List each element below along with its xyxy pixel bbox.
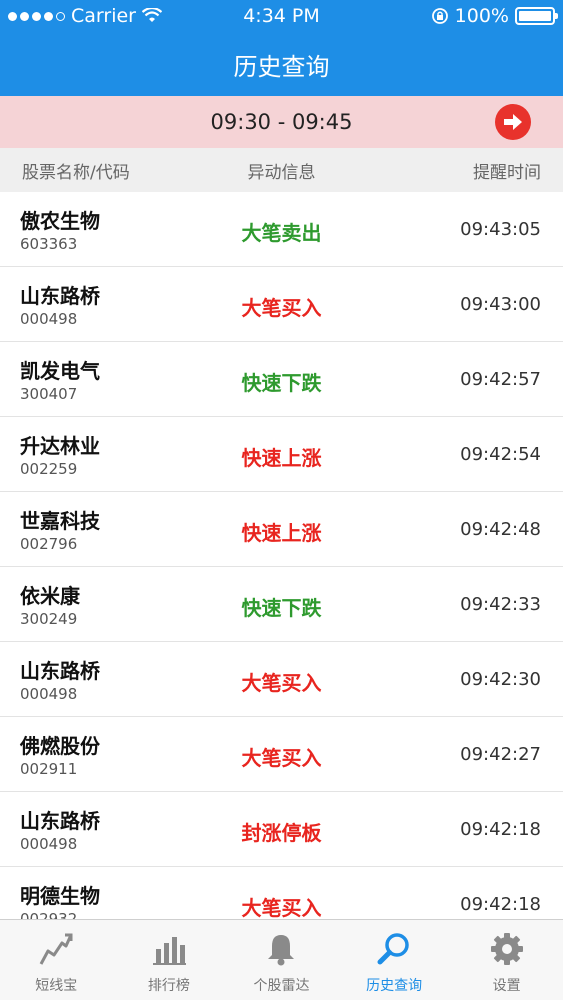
- tab-label: 历史查询: [366, 978, 423, 994]
- alert-time: 09:43:00: [460, 294, 541, 315]
- carrier-signal: Carrier: [8, 5, 198, 27]
- tab-label: 个股雷达: [253, 978, 310, 994]
- time-range-bar: 09:30 - 09:45: [0, 96, 563, 148]
- time-range-label: 09:30 - 09:45: [210, 110, 353, 134]
- alert-time: 09:43:05: [460, 219, 541, 240]
- list-item[interactable]: 明德生物 002932 大笔买入 09:42:18: [0, 867, 563, 919]
- column-header: 股票名称/代码 异动信息 提醒时间: [0, 148, 563, 192]
- signal-icon: [8, 11, 65, 21]
- tab-stock-radar[interactable]: 个股雷达: [225, 920, 338, 1000]
- list-item[interactable]: 山东路桥 000498 大笔买入 09:43:00: [0, 267, 563, 342]
- list-item[interactable]: 世嘉科技 002796 快速上涨 09:42:48: [0, 492, 563, 567]
- tab-settings[interactable]: 设置: [450, 920, 563, 1000]
- carrier-label: Carrier: [71, 5, 136, 27]
- list-item[interactable]: 山东路桥 000498 大笔买入 09:42:30: [0, 642, 563, 717]
- gear-icon: [487, 929, 527, 969]
- tab-history[interactable]: 历史查询: [338, 920, 451, 1000]
- bell-icon: [261, 929, 301, 969]
- list-item[interactable]: 依米康 300249 快速下跌 09:42:33: [0, 567, 563, 642]
- next-range-button[interactable]: [495, 104, 531, 140]
- battery-percent: 100%: [454, 5, 509, 27]
- alert-time: 09:42:57: [460, 369, 541, 390]
- wifi-icon: [141, 8, 162, 22]
- list-item[interactable]: 佛燃股份 002911 大笔买入 09:42:27: [0, 717, 563, 792]
- rotation-lock-icon: [431, 8, 448, 24]
- trend-chart-icon: [36, 929, 76, 969]
- nav-bar: 历史查询: [0, 32, 563, 96]
- tab-short-term[interactable]: 短线宝: [0, 920, 113, 1000]
- alert-time: 09:42:30: [460, 669, 541, 690]
- status-bar: Carrier 4:34 PM 100%: [0, 0, 563, 32]
- tab-label: 短线宝: [35, 978, 78, 994]
- list-item[interactable]: 凯发电气 300407 快速下跌 09:42:57: [0, 342, 563, 417]
- list-item[interactable]: 傲农生物 603363 大笔卖出 09:43:05: [0, 192, 563, 267]
- tab-ranking[interactable]: 排行榜: [113, 920, 226, 1000]
- page-title: 历史查询: [233, 52, 330, 81]
- tab-label: 排行榜: [147, 978, 190, 994]
- alert-time: 09:42:48: [460, 519, 541, 540]
- column-header-time: 提醒时间: [473, 162, 541, 183]
- alert-time: 09:42:33: [460, 594, 541, 615]
- tab-label: 设置: [492, 978, 521, 994]
- search-icon: [374, 929, 414, 969]
- list-item[interactable]: 升达林业 002259 快速上涨 09:42:54: [0, 417, 563, 492]
- alert-time: 09:42:18: [460, 819, 541, 840]
- arrow-right-icon: [504, 114, 522, 130]
- alert-list[interactable]: 傲农生物 603363 大笔卖出 09:43:05 山东路桥 000498 大笔…: [0, 192, 563, 919]
- status-time: 4:34 PM: [243, 5, 320, 27]
- alert-time: 09:42:54: [460, 444, 541, 465]
- list-item[interactable]: 山东路桥 000498 封涨停板 09:42:18: [0, 792, 563, 867]
- bar-chart-icon: [149, 929, 189, 969]
- alert-time: 09:42:27: [460, 744, 541, 765]
- tab-bar: 短线宝 排行榜 个股雷达 历史查询 设置: [0, 919, 563, 1000]
- alert-time: 09:42:18: [460, 894, 541, 915]
- battery-icon: [515, 7, 558, 25]
